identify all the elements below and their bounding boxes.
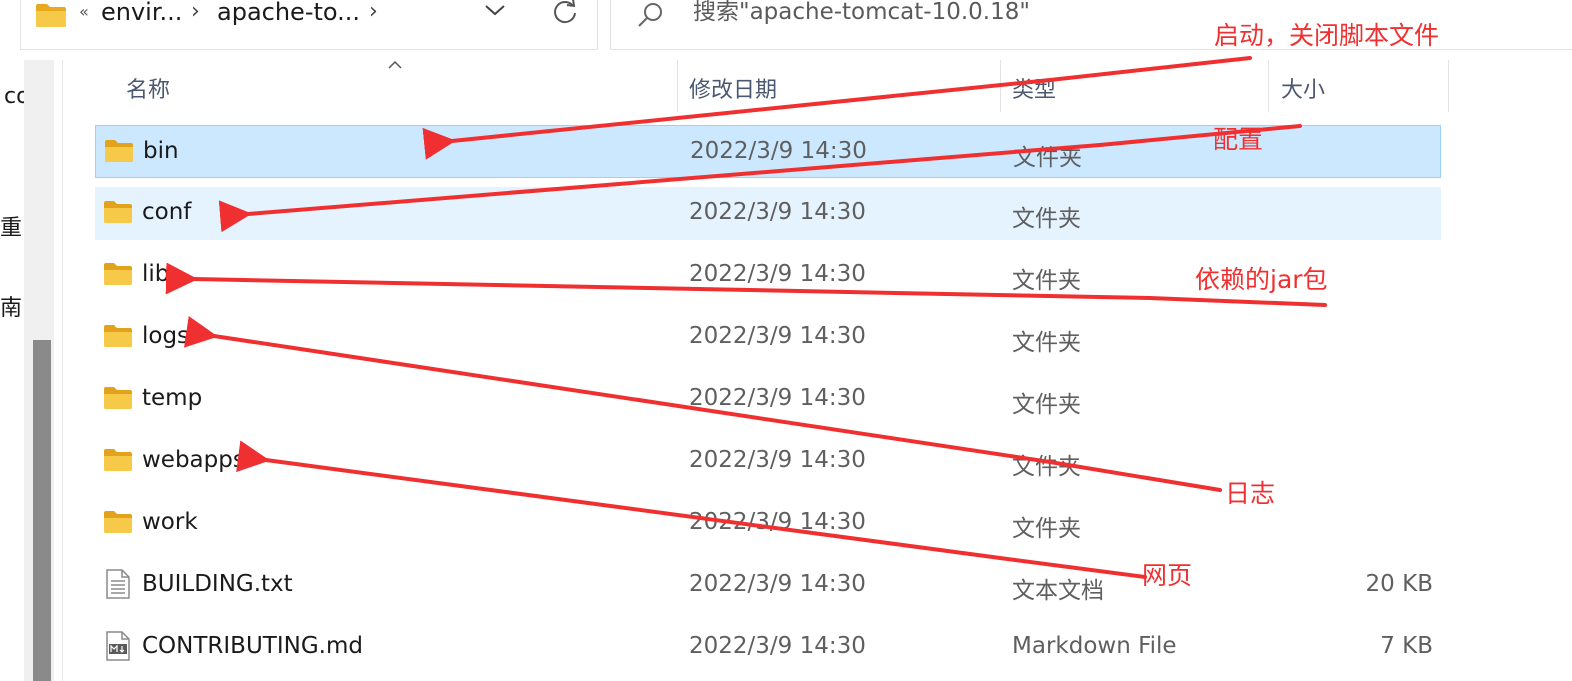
annotation-arrow-webapps bbox=[236, 440, 1147, 579]
annotation-arrow-logs bbox=[183, 316, 1222, 492]
annotation-bin: 启动，关闭脚本文件 bbox=[1214, 21, 1440, 50]
annotation-logs: 日志 bbox=[1225, 479, 1276, 508]
annotation-webapps: 网页 bbox=[1142, 561, 1193, 590]
annotation-arrows bbox=[165, 56, 1327, 579]
annotation-arrow-bin bbox=[422, 56, 1252, 160]
annotation-lib: 依赖的jar包 bbox=[1195, 265, 1328, 294]
annotation-arrow-lib bbox=[165, 262, 1327, 307]
annotation-arrow-conf bbox=[218, 124, 1302, 233]
annotation-conf: 配置 bbox=[1213, 125, 1264, 154]
